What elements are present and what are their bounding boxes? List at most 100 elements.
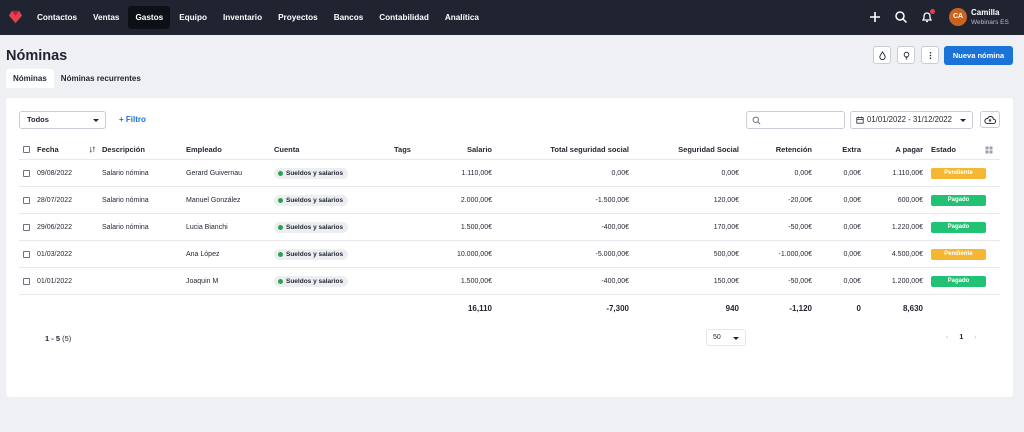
account-tag-label: Sueldos y salarios — [286, 223, 344, 231]
cell-a-pagar: 4.500,00€ — [891, 250, 923, 258]
plus-icon[interactable] — [868, 10, 882, 24]
search-input[interactable] — [746, 111, 845, 129]
pagination-info: 1 - 5 (5) — [45, 334, 71, 343]
totals-row: 16,110 -7,300 940 -1,120 0 8,630 — [19, 295, 1000, 322]
total-extra: 0 — [856, 304, 861, 313]
avatar[interactable]: CA — [949, 8, 967, 26]
cell-extra: 0,00€ — [843, 223, 861, 231]
account-tag-label: Sueldos y salarios — [286, 250, 344, 258]
table-header-row: Fecha Descripción Empleado Cuenta Tags S… — [19, 140, 1000, 160]
next-page-button[interactable]: › — [974, 334, 976, 341]
cell-a-pagar: 1.200,00€ — [891, 277, 923, 285]
nav-item-bancos[interactable]: Bancos — [327, 6, 371, 29]
notifications-button[interactable] — [920, 9, 935, 24]
row-checkbox[interactable] — [23, 196, 30, 204]
sort-icon[interactable] — [89, 140, 96, 159]
table-row[interactable]: 01/03/2022 Ana López 10.000,00€ -5.000,00€ 5… — [19, 241, 1000, 268]
nav-item-gastos[interactable]: Gastos — [128, 6, 171, 29]
logo-icon[interactable] — [8, 9, 23, 24]
cell-ss: 170,00€ — [713, 223, 739, 231]
account-tag[interactable]: Sueldos y salarios — [274, 275, 349, 287]
header-estado[interactable]: Estado — [931, 140, 956, 159]
nav-item-proyectos[interactable]: Proyectos — [271, 6, 325, 29]
tab-nominas-recurrentes[interactable]: Nóminas recurrentes — [54, 69, 148, 88]
status-select[interactable]: Todos — [19, 111, 106, 129]
table-row[interactable]: 01/01/2022 Joaquin M 1.500,00€ -400,00€ 150,… — [19, 268, 1000, 295]
header-descripcion[interactable]: Descripción — [102, 140, 145, 159]
row-checkbox[interactable] — [23, 277, 30, 285]
nav-item-ventas[interactable]: Ventas — [86, 6, 126, 29]
chevron-down-icon — [93, 119, 99, 122]
header-extra[interactable]: Extra — [819, 140, 861, 159]
status-badge: Pagado — [931, 275, 986, 287]
pagination-count: (5) — [62, 334, 72, 343]
account-tag-label: Sueldos y salarios — [286, 277, 344, 285]
account-tag[interactable]: Sueldos y salarios — [274, 167, 349, 179]
search-icon[interactable] — [894, 10, 908, 24]
page-1-button[interactable]: 1 — [959, 334, 963, 341]
header-retencion[interactable]: Retención — [739, 140, 812, 159]
header-tags[interactable]: Tags — [394, 140, 411, 159]
row-checkbox[interactable] — [23, 223, 30, 231]
new-payroll-button[interactable]: Nueva nómina — [944, 46, 1013, 65]
drop-button[interactable] — [873, 46, 891, 64]
tab-nominas[interactable]: Nóminas — [6, 69, 54, 88]
date-range-picker[interactable]: 01/01/2022 - 31/12/2022 — [850, 111, 973, 129]
lightbulb-button[interactable] — [897, 46, 915, 64]
user-name[interactable]: Camilla — [971, 8, 999, 17]
cell-descripcion: Salario nómina — [102, 223, 149, 231]
top-navbar: Contactos Ventas Gastos Equipo Inventario Pro… — [0, 0, 1024, 35]
nav-item-equipo[interactable]: Equipo — [172, 6, 214, 29]
cell-empleado: Gerard Guivernau — [186, 169, 243, 177]
table-row[interactable]: 29/06/2022 Salario nómina Lucia Bianchi 1.5… — [19, 214, 1000, 241]
cell-salario: 2.000,00€ — [460, 196, 492, 204]
notification-badge — [930, 9, 935, 14]
nav-item-contabilidad[interactable]: Contabilidad — [372, 6, 436, 29]
cell-extra: 0,00€ — [843, 169, 861, 177]
header-cuenta[interactable]: Cuenta — [274, 140, 299, 159]
per-page-select[interactable]: 50 — [706, 329, 746, 346]
nav-item-contactos[interactable]: Contactos — [30, 6, 84, 29]
row-checkbox[interactable] — [23, 250, 30, 258]
cell-ss: 500,00€ — [713, 250, 739, 258]
cell-retencion: -50,00€ — [788, 223, 812, 231]
table-row[interactable]: 09/08/2022 Salario nómina Gerard Guivernau… — [19, 160, 1000, 187]
cell-fecha: 01/03/2022 — [37, 250, 73, 258]
nav-item-anal-tica[interactable]: Analítica — [438, 6, 486, 29]
header-fecha[interactable]: Fecha — [37, 140, 59, 159]
cell-ss: 0,00€ — [721, 169, 739, 177]
select-all-checkbox[interactable] — [23, 146, 30, 153]
cell-salario: 1.500,00€ — [460, 223, 492, 231]
columns-icon[interactable] — [985, 140, 993, 159]
prev-page-button[interactable]: ‹ — [946, 334, 948, 341]
nav-item-inventario[interactable]: Inventario — [216, 6, 269, 29]
pagination-range: 1 - 5 — [45, 334, 61, 343]
header-total-ss[interactable]: Total seguridad social — [499, 140, 629, 159]
cell-extra: 0,00€ — [843, 250, 861, 258]
header-empleado[interactable]: Empleado — [186, 140, 222, 159]
account-status-dot — [278, 278, 283, 284]
calendar-icon — [856, 116, 864, 124]
header-salario[interactable]: Salario — [419, 140, 492, 159]
account-tag[interactable]: Sueldos y salarios — [274, 194, 349, 206]
status-badge: Pendiente — [931, 248, 986, 260]
add-filter-button[interactable]: + Filtro — [119, 115, 146, 124]
header-a-pagar[interactable]: A pagar — [869, 140, 923, 159]
chevron-down-icon — [960, 119, 966, 122]
cell-extra: 0,00€ — [843, 277, 861, 285]
more-vertical-icon — [929, 51, 931, 59]
chevron-down-icon — [733, 337, 739, 340]
lightbulb-icon — [903, 51, 909, 60]
row-checkbox[interactable] — [23, 169, 30, 177]
tabs: Nóminas Nóminas recurrentes — [6, 69, 148, 88]
cell-empleado: Ana López — [186, 250, 220, 258]
account-tag[interactable]: Sueldos y salarios — [274, 248, 349, 260]
cell-retencion: -50,00€ — [788, 277, 812, 285]
more-options-button[interactable] — [921, 46, 939, 64]
table-row[interactable]: 28/07/2022 Salario nómina Manuel González 2… — [19, 187, 1000, 214]
account-status-dot — [278, 170, 283, 176]
cell-extra: 0,00€ — [843, 196, 861, 204]
export-button[interactable] — [980, 111, 1000, 128]
header-ss[interactable]: Seguridad Social — [639, 140, 739, 159]
account-tag[interactable]: Sueldos y salarios — [274, 221, 349, 233]
